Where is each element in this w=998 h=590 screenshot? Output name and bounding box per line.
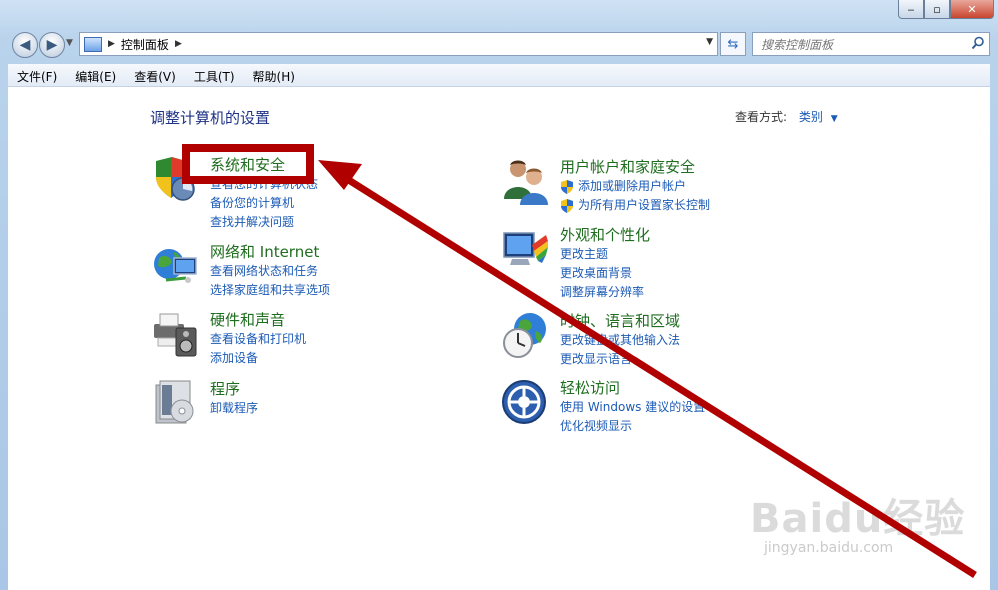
link-optimize-display[interactable]: 优化视频显示: [560, 417, 705, 436]
view-by-selector[interactable]: 类别: [799, 110, 823, 124]
window-frame: ‒ ▫ ✕ ◀ ▶ ▼ ▶ 控制面板 ▶ ▼ ⇆ 文件(F) 编辑(E) 查看(…: [0, 0, 998, 590]
address-bar[interactable]: ▶ 控制面板 ▶ ▼: [79, 32, 718, 56]
search-input[interactable]: [759, 35, 963, 55]
search-icon[interactable]: [971, 36, 985, 50]
category-title[interactable]: 外观和个性化: [560, 225, 650, 245]
close-button[interactable]: ✕: [950, 0, 994, 19]
category-title[interactable]: 网络和 Internet: [210, 242, 330, 262]
programs-disc-icon[interactable]: [152, 379, 200, 427]
clock-globe-icon[interactable]: [502, 311, 550, 359]
link-recommended-settings[interactable]: 使用 Windows 建议的设置: [560, 398, 705, 417]
category-title[interactable]: 轻松访问: [560, 378, 705, 398]
menu-file[interactable]: 文件(F): [8, 64, 66, 86]
link-parental-controls[interactable]: 为所有用户设置家长控制: [560, 196, 710, 215]
search-box[interactable]: [752, 32, 990, 56]
category-title[interactable]: 用户帐户和家庭安全: [560, 157, 710, 177]
link-change-background[interactable]: 更改桌面背景: [560, 264, 650, 283]
recent-pages-dropdown[interactable]: ▼: [66, 38, 73, 48]
link-troubleshoot[interactable]: 查找并解决问题: [210, 213, 318, 232]
menu-tools[interactable]: 工具(T): [185, 64, 244, 86]
shield-computer-icon[interactable]: [152, 155, 200, 203]
window-controls: ‒ ▫ ✕: [898, 0, 994, 19]
uac-shield-icon: [561, 179, 573, 194]
link-view-computer-status[interactable]: 查看您的计算机状态: [210, 175, 318, 194]
menu-edit[interactable]: 编辑(E): [66, 64, 125, 86]
users-icon[interactable]: [502, 157, 550, 205]
baidu-watermark: Baidu经验: [750, 496, 966, 542]
category-title[interactable]: 时钟、语言和区域: [560, 311, 680, 331]
control-panel-icon: [84, 36, 102, 52]
network-globe-icon[interactable]: [152, 242, 200, 290]
menu-help[interactable]: 帮助(H): [244, 64, 304, 86]
link-change-input-method[interactable]: 更改键盘或其他输入法: [560, 331, 680, 350]
refresh-icon: ⇆: [727, 36, 739, 52]
category-title[interactable]: 系统和安全: [210, 155, 318, 175]
link-label: 为所有用户设置家长控制: [578, 198, 711, 212]
maximize-button[interactable]: ▫: [924, 0, 950, 19]
arrow-left-icon: ◀: [19, 37, 31, 53]
link-screen-resolution[interactable]: 调整屏幕分辨率: [560, 283, 650, 302]
baidu-watermark-url: jingyan.baidu.com: [764, 540, 894, 556]
address-row: ◀ ▶ ▼ ▶ 控制面板 ▶ ▼ ⇆: [0, 28, 998, 60]
category-title[interactable]: 程序: [210, 379, 258, 399]
dropdown-caret-icon[interactable]: ▼: [831, 114, 838, 124]
link-change-theme[interactable]: 更改主题: [560, 245, 650, 264]
link-devices-printers[interactable]: 查看设备和打印机: [210, 330, 306, 349]
link-uninstall-program[interactable]: 卸载程序: [210, 399, 258, 418]
link-label: 添加或删除用户帐户: [578, 179, 687, 193]
view-by-label: 查看方式:: [735, 110, 788, 124]
arrow-right-icon: ▶: [46, 37, 58, 53]
link-view-network-status[interactable]: 查看网络状态和任务: [210, 262, 330, 281]
uac-shield-icon: [561, 198, 573, 213]
chevron-right-icon[interactable]: ▶: [108, 39, 115, 49]
chevron-right-icon[interactable]: ▶: [175, 39, 182, 49]
link-add-remove-accounts[interactable]: 添加或删除用户帐户: [560, 177, 710, 196]
monitor-palette-icon[interactable]: [502, 225, 550, 273]
category-title[interactable]: 硬件和声音: [210, 310, 306, 330]
accessibility-icon[interactable]: [502, 378, 550, 426]
refresh-button[interactable]: ⇆: [720, 32, 746, 56]
minimize-button[interactable]: ‒: [898, 0, 924, 19]
forward-button[interactable]: ▶: [39, 32, 65, 58]
page-title: 调整计算机的设置: [150, 109, 271, 127]
link-homegroup-sharing[interactable]: 选择家庭组和共享选项: [210, 281, 330, 300]
address-dropdown-icon[interactable]: ▼: [706, 37, 713, 47]
menu-bar: 文件(F) 编辑(E) 查看(V) 工具(T) 帮助(H): [8, 64, 990, 87]
view-by: 查看方式: 类别 ▼: [735, 108, 838, 125]
link-backup-computer[interactable]: 备份您的计算机: [210, 194, 318, 213]
back-button[interactable]: ◀: [12, 32, 38, 58]
link-add-device[interactable]: 添加设备: [210, 349, 306, 368]
breadcrumb-control-panel[interactable]: 控制面板: [121, 36, 169, 53]
printer-speaker-icon[interactable]: [152, 310, 200, 358]
menu-view[interactable]: 查看(V): [125, 64, 185, 86]
link-display-language[interactable]: 更改显示语言: [560, 350, 680, 369]
